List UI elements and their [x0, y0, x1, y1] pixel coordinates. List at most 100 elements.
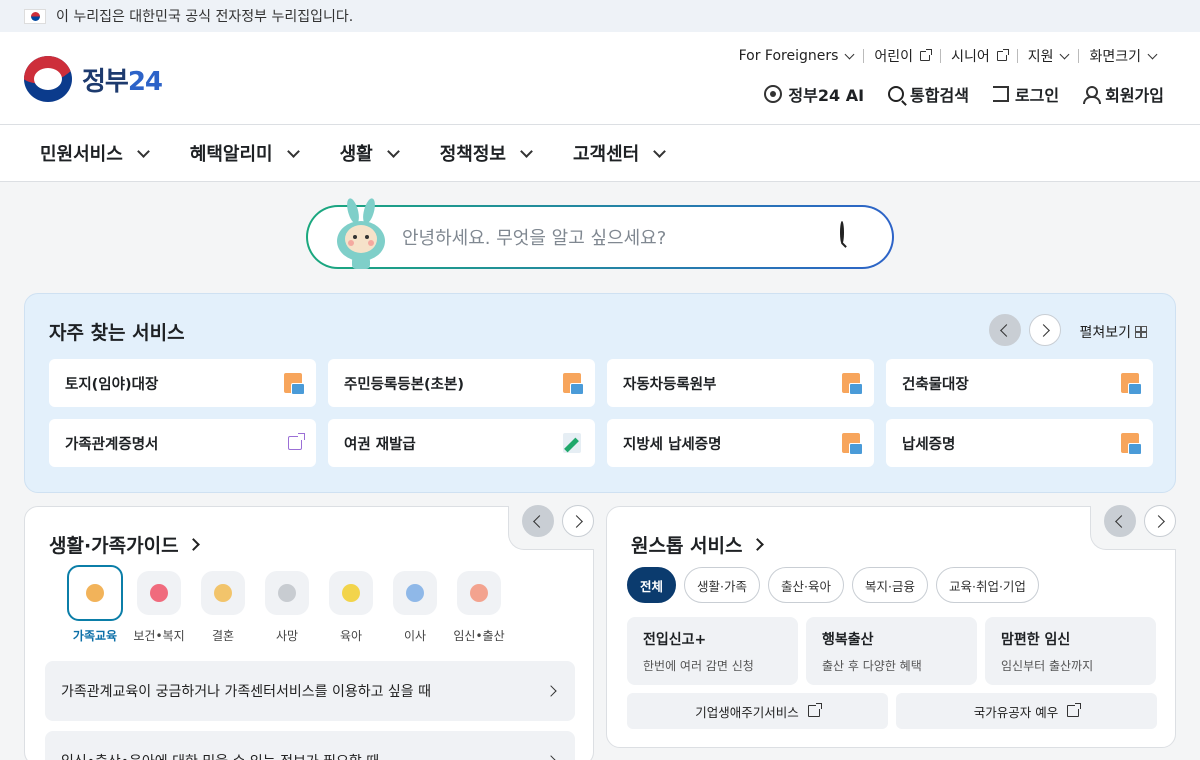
category-family-education[interactable]: 가족교육: [67, 565, 123, 644]
onestop-item[interactable]: 전입신고+ 한번에 여러 감면 신청: [627, 617, 798, 685]
link-label: 기업생애주기서비스: [695, 704, 799, 720]
nav-label: 민원서비스: [40, 144, 123, 165]
utility-menu: For Foreigners 어린이 시니어 지원 화면크기: [729, 46, 1166, 66]
flower-icon: [265, 571, 309, 615]
nav-policy-info[interactable]: 정책정보: [439, 140, 533, 166]
onestop-item-desc: 임신부터 출산까지: [1001, 659, 1094, 673]
nav-benefit-alerts[interactable]: 혜택알리미: [190, 140, 300, 166]
service-item[interactable]: 건축물대장: [886, 359, 1153, 407]
service-item[interactable]: 자동차등록원부: [607, 359, 874, 407]
chevron-right-icon: [545, 685, 557, 697]
signup-label: 회원가입: [1105, 86, 1164, 105]
guide-text: 임신•출산•육아에 대한 믿을 수 있는 정보가 필요할 때: [61, 751, 379, 760]
service-item[interactable]: 지방세 납세증명: [607, 419, 874, 467]
category-marriage[interactable]: 결혼: [201, 571, 245, 644]
onestop-title-link[interactable]: 원스톱 서비스: [631, 531, 764, 558]
next-arrow-button[interactable]: [1029, 314, 1061, 346]
service-label: 여권 재발급: [344, 436, 416, 453]
chevron-down-icon: [1060, 49, 1070, 59]
guide-item[interactable]: 임신•출산•육아에 대한 믿을 수 있는 정보가 필요할 때: [45, 731, 575, 760]
login-icon: [992, 86, 1009, 102]
nav-label: 정책정보: [439, 144, 506, 165]
prev-arrow-button[interactable]: [522, 505, 554, 537]
guide-item[interactable]: 가족관계교육이 궁금하거나 가족센터서비스를 이용하고 싶을 때: [45, 661, 575, 721]
prev-arrow-button[interactable]: [989, 314, 1021, 346]
font-size-menu[interactable]: 화면크기: [1079, 46, 1166, 66]
ai-icon: [764, 85, 783, 103]
heart-icon: [137, 571, 181, 615]
category-pregnancy-birth[interactable]: 임신•출산: [453, 571, 505, 644]
chip-all[interactable]: 전체: [627, 567, 677, 603]
grid-icon: [1135, 326, 1147, 338]
category-death[interactable]: 사망: [265, 571, 309, 644]
senior-link[interactable]: 시니어: [941, 46, 1017, 66]
login-button[interactable]: 로그인: [992, 82, 1059, 106]
onestop-item-title: 맘편한 임신: [1001, 632, 1071, 648]
nav-label: 생활: [339, 144, 373, 165]
life-guide-title: 생활·가족가이드: [49, 535, 179, 557]
chevron-down-icon: [386, 144, 400, 158]
chevron-down-icon: [520, 144, 533, 158]
veterans-link[interactable]: 국가유공자 예우: [896, 693, 1157, 729]
support-menu[interactable]: 지원: [1018, 46, 1079, 66]
life-family-guide-card: 생활·가족가이드 가족교육 보건•복지 결혼 사망 육아 이사 임신•출산 가족…: [24, 505, 594, 760]
pregnant-icon: [457, 571, 501, 615]
prev-arrow-button[interactable]: [1104, 505, 1136, 537]
onestop-title: 원스톱 서비스: [631, 535, 743, 557]
for-foreigners-menu[interactable]: For Foreigners: [729, 48, 864, 64]
chip-education-employment[interactable]: 교육·취업·기업: [935, 567, 1039, 603]
kids-link[interactable]: 어린이: [864, 46, 940, 66]
chevron-down-icon: [653, 144, 667, 158]
service-item[interactable]: 가족관계증명서: [49, 419, 316, 467]
category-childcare[interactable]: 육아: [329, 571, 373, 644]
nav-civil-services[interactable]: 민원서비스: [40, 140, 150, 166]
service-item[interactable]: 토지(임야)대장: [49, 359, 316, 407]
nav-life[interactable]: 생활: [339, 140, 400, 166]
category-label: 보건•복지: [133, 629, 185, 643]
onestop-services-card: 원스톱 서비스 전체 생활·가족 출산·육아 복지·금융 교육·취업·기업 전입…: [606, 505, 1176, 748]
service-item[interactable]: 납세증명: [886, 419, 1153, 467]
logo-text: 정부: [82, 66, 129, 97]
onestop-service-list: 전입신고+ 한번에 여러 감면 신청 행복출산 출산 후 다양한 혜택 맘편한 …: [627, 617, 1156, 685]
taegeuk-logo-icon: [24, 56, 72, 102]
service-label: 지방세 납세증명: [623, 436, 722, 453]
pen-icon: [563, 433, 581, 453]
next-arrow-button[interactable]: [1144, 505, 1176, 537]
expand-button[interactable]: 펼쳐보기: [1079, 322, 1147, 342]
rabbit-mascot-icon: [337, 198, 385, 269]
search-submit-button[interactable]: [840, 221, 870, 253]
chip-life-family[interactable]: 생활·가족: [684, 567, 760, 603]
signup-button[interactable]: 회원가입: [1083, 82, 1164, 106]
onestop-item[interactable]: 맘편한 임신 임신부터 출산까지: [985, 617, 1156, 685]
chip-welfare-finance[interactable]: 복지·금융: [851, 567, 928, 603]
category-moving[interactable]: 이사: [393, 571, 437, 644]
gov24-logo[interactable]: 정부24: [24, 56, 163, 102]
main-content: 자주 찾는 서비스 펼쳐보기 토지(임야)대장 주민등록등본(초본) 자동차등록…: [0, 182, 1200, 760]
service-item[interactable]: 여권 재발급: [328, 419, 595, 467]
pdf-icon: [563, 373, 584, 395]
business-lifecycle-link[interactable]: 기업생애주기서비스: [627, 693, 888, 729]
service-item[interactable]: 주민등록등본(초본): [328, 359, 595, 407]
gov24-ai-button[interactable]: 정부24 AI: [764, 82, 864, 106]
chevron-down-icon: [1147, 49, 1158, 59]
next-arrow-button[interactable]: [562, 505, 594, 537]
nav-customer-center[interactable]: 고객센터: [573, 140, 667, 166]
life-guide-title-link[interactable]: 생활·가족가이드: [49, 531, 200, 558]
logo-number: 24: [127, 66, 163, 97]
integrated-search-button[interactable]: 통합검색: [888, 82, 969, 106]
onestop-item[interactable]: 행복출산 출산 후 다양한 혜택: [806, 617, 977, 685]
guide-text: 가족관계교육이 궁금하거나 가족센터서비스를 이용하고 싶을 때: [61, 684, 432, 700]
category-label: 임신•출산: [453, 629, 505, 643]
category-label: 육아: [339, 629, 363, 643]
for-foreigners-label: For Foreigners: [738, 48, 839, 64]
chevron-down-icon: [844, 49, 855, 59]
search-input[interactable]: [402, 223, 822, 253]
chip-birth-childcare[interactable]: 출산·육아: [768, 567, 844, 603]
integrated-search-label: 통합검색: [910, 86, 969, 105]
gov24-ai-label: 정부24 AI: [788, 86, 865, 105]
chevron-down-icon: [286, 144, 300, 158]
service-label: 토지(임야)대장: [65, 376, 159, 393]
category-health-welfare[interactable]: 보건•복지: [133, 571, 185, 644]
category-label: 가족교육: [72, 629, 118, 643]
house-icon: [393, 571, 437, 615]
